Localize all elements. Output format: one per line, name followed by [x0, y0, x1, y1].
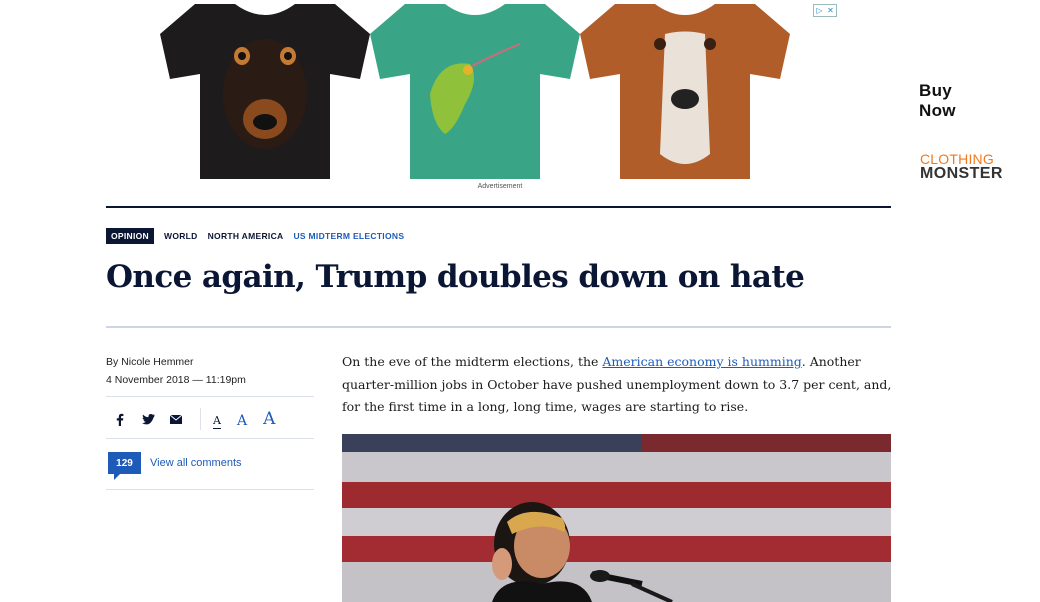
basset-hound-tshirt-image[interactable]: [580, 4, 790, 179]
title-divider: [106, 326, 891, 328]
brand-logo-line2[interactable]: MONSTER: [920, 165, 1003, 183]
ad-info-icon[interactable]: ▷: [814, 5, 825, 16]
comment-count-badge[interactable]: 129: [108, 452, 141, 480]
breadcrumb-us-midterm-elections[interactable]: US MIDTERM ELECTIONS: [293, 231, 404, 241]
share-toolbar: A A A: [106, 408, 275, 430]
chameleon-tshirt-image[interactable]: [370, 4, 580, 179]
breadcrumb: OPINION WORLD NORTH AMERICA US MIDTERM E…: [106, 228, 404, 244]
ad-close-icon[interactable]: ✕: [825, 5, 836, 16]
font-size-large-button[interactable]: A: [263, 409, 275, 429]
lead-text-start: On the eve of the midterm elections, the: [342, 354, 603, 369]
advertisement-banner[interactable]: Buy Now CLOTHING MONSTER: [160, 4, 1002, 182]
facebook-icon[interactable]: [106, 409, 134, 429]
email-icon[interactable]: [162, 409, 190, 429]
breadcrumb-north-america[interactable]: NORTH AMERICA: [208, 231, 284, 241]
american-economy-link[interactable]: American economy is humming: [602, 354, 801, 369]
sidebar-divider: [106, 438, 314, 439]
view-all-comments-link[interactable]: View all comments: [150, 457, 242, 469]
advertisement-label: Advertisement: [477, 183, 523, 190]
font-size-controls: A A A: [213, 409, 275, 429]
comments-link[interactable]: 129 View all comments: [108, 452, 242, 480]
hero-image[interactable]: [342, 434, 891, 602]
breadcrumb-world[interactable]: WORLD: [164, 231, 198, 241]
byline: By Nicole Hemmer 4 November 2018 — 11:19…: [106, 353, 246, 389]
article-title: Once again, Trump doubles down on hate: [106, 259, 805, 295]
publish-date: 4 November 2018 — 11:19pm: [106, 374, 246, 386]
sidebar-divider: [106, 396, 314, 397]
sidebar-divider: [106, 489, 314, 490]
ad-choices-icon[interactable]: ▷ ✕: [813, 4, 837, 17]
toolbar-separator: [200, 408, 201, 430]
twitter-icon[interactable]: [134, 409, 162, 429]
article-lead-paragraph: On the eve of the midterm elections, the…: [342, 351, 892, 419]
dachshund-tshirt-image[interactable]: [160, 4, 370, 179]
author-name[interactable]: By Nicole Hemmer: [106, 353, 246, 371]
font-size-small-button[interactable]: A: [213, 414, 221, 429]
buy-now-text[interactable]: Buy Now: [919, 81, 956, 121]
section-divider: [106, 206, 891, 208]
opinion-tag[interactable]: OPINION: [106, 228, 154, 244]
font-size-medium-button[interactable]: A: [237, 413, 247, 429]
